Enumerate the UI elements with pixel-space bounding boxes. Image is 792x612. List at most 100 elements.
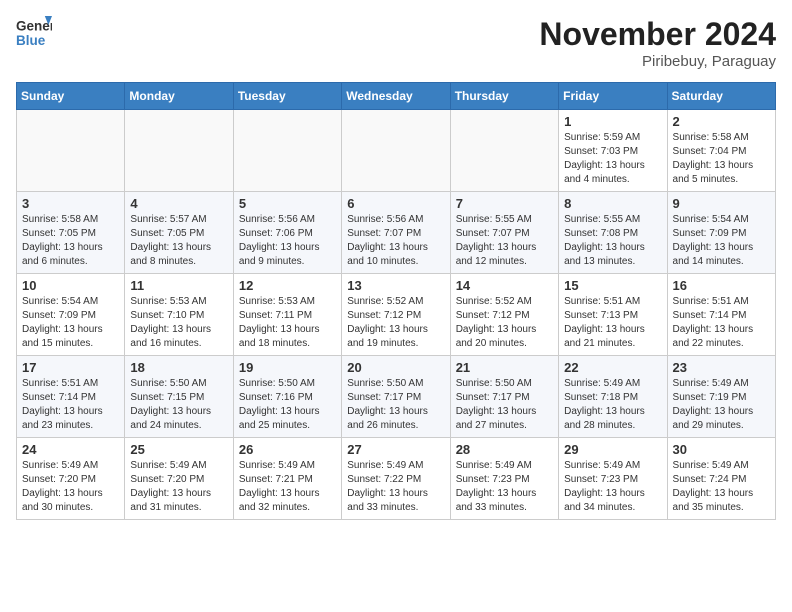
calendar-cell: 6 Sunrise: 5:56 AM Sunset: 7:07 PM Daylig… — [342, 192, 450, 274]
day-number: 15 — [564, 278, 661, 293]
logo: GeneralBlue — [16, 16, 52, 52]
calendar-cell: 14Sunrise: 5:52 AM Sunset: 7:12 PM Dayli… — [450, 274, 558, 356]
day-number: 7 — [456, 196, 553, 211]
day-info: Sunrise: 5:49 AM Sunset: 7:23 PM Dayligh… — [564, 459, 661, 515]
day-info: Sunrise: 5:51 AM Sunset: 7:13 PM Dayligh… — [564, 295, 661, 351]
day-info: Sunrise: 5:56 AM Sunset: 7:07 PM Dayligh… — [347, 213, 444, 269]
calendar-cell: 1 Sunrise: 5:59 AM Sunset: 7:03 PM Daylig… — [559, 110, 667, 192]
day-info: Sunrise: 5:49 AM Sunset: 7:19 PM Dayligh… — [673, 377, 770, 433]
calendar-cell: 24 Sunrise: 5:49 AM Sunset: 7:20 PM Dayli… — [17, 438, 125, 520]
day-number: 2 — [673, 114, 770, 129]
day-number: 26 — [239, 442, 336, 457]
day-number: 29 — [564, 442, 661, 457]
calendar-cell: 18 Sunrise: 5:50 AM Sunset: 7:15 PM Dayli… — [125, 356, 233, 438]
calendar-cell: 15 Sunrise: 5:51 AM Sunset: 7:13 PM Dayli… — [559, 274, 667, 356]
day-info: Sunrise: 5:58 AM Sunset: 7:05 PM Dayligh… — [22, 213, 119, 269]
calendar-cell: 21Sunrise: 5:50 AM Sunset: 7:17 PM Dayli… — [450, 356, 558, 438]
day-info: Sunrise: 5:51 AM Sunset: 7:14 PM Dayligh… — [673, 295, 770, 351]
day-info: Sunrise: 5:53 AM Sunset: 7:11 PM Dayligh… — [239, 295, 336, 351]
day-info: Sunrise: 5:51 AM Sunset: 7:14 PM Dayligh… — [22, 377, 119, 433]
day-number: 25 — [130, 442, 227, 457]
calendar-week-row: 3 Sunrise: 5:58 AM Sunset: 7:05 PM Daylig… — [17, 192, 776, 274]
day-number: 21 — [456, 360, 553, 375]
calendar-week-row: 10 Sunrise: 5:54 AM Sunset: 7:09 PM Dayli… — [17, 274, 776, 356]
calendar-cell: 7 Sunrise: 5:55 AM Sunset: 7:07 PM Daylig… — [450, 192, 558, 274]
day-number: 3 — [22, 196, 119, 211]
day-info: Sunrise: 5:59 AM Sunset: 7:03 PM Dayligh… — [564, 131, 661, 187]
day-number: 13 — [347, 278, 444, 293]
day-info: Sunrise: 5:55 AM Sunset: 7:07 PM Dayligh… — [456, 213, 553, 269]
day-number: 8 — [564, 196, 661, 211]
day-info: Sunrise: 5:49 AM Sunset: 7:22 PM Dayligh… — [347, 459, 444, 515]
day-info: Sunrise: 5:49 AM Sunset: 7:20 PM Dayligh… — [22, 459, 119, 515]
day-of-week-header: Wednesday — [342, 83, 450, 110]
calendar-cell: 19 Sunrise: 5:50 AM Sunset: 7:16 PM Dayli… — [233, 356, 341, 438]
calendar-cell: 13Sunrise: 5:52 AM Sunset: 7:12 PM Dayli… — [342, 274, 450, 356]
calendar-cell: 9 Sunrise: 5:54 AM Sunset: 7:09 PM Daylig… — [667, 192, 775, 274]
calendar-cell: 22 Sunrise: 5:49 AM Sunset: 7:18 PM Dayli… — [559, 356, 667, 438]
calendar-cell: 4 Sunrise: 5:57 AM Sunset: 7:05 PM Daylig… — [125, 192, 233, 274]
calendar-cell: 26 Sunrise: 5:49 AM Sunset: 7:21 PM Dayli… — [233, 438, 341, 520]
calendar-cell: 23Sunrise: 5:49 AM Sunset: 7:19 PM Dayli… — [667, 356, 775, 438]
day-info: Sunrise: 5:56 AM Sunset: 7:06 PM Dayligh… — [239, 213, 336, 269]
calendar-cell: 5Sunrise: 5:56 AM Sunset: 7:06 PM Daylig… — [233, 192, 341, 274]
calendar-cell: 20Sunrise: 5:50 AM Sunset: 7:17 PM Dayli… — [342, 356, 450, 438]
calendar-cell: 2 Sunrise: 5:58 AM Sunset: 7:04 PM Daylig… — [667, 110, 775, 192]
calendar-week-row: 17Sunrise: 5:51 AM Sunset: 7:14 PM Dayli… — [17, 356, 776, 438]
day-info: Sunrise: 5:57 AM Sunset: 7:05 PM Dayligh… — [130, 213, 227, 269]
month-title: November 2024 — [539, 16, 776, 53]
calendar-cell: 27 Sunrise: 5:49 AM Sunset: 7:22 PM Dayli… — [342, 438, 450, 520]
calendar-week-row: 24 Sunrise: 5:49 AM Sunset: 7:20 PM Dayli… — [17, 438, 776, 520]
day-of-week-header: Tuesday — [233, 83, 341, 110]
calendar-table: SundayMondayTuesdayWednesdayThursdayFrid… — [16, 82, 776, 520]
svg-text:Blue: Blue — [16, 33, 46, 48]
day-info: Sunrise: 5:50 AM Sunset: 7:16 PM Dayligh… — [239, 377, 336, 433]
day-of-week-header: Sunday — [17, 83, 125, 110]
day-info: Sunrise: 5:49 AM Sunset: 7:24 PM Dayligh… — [673, 459, 770, 515]
day-number: 28 — [456, 442, 553, 457]
day-number: 11 — [130, 278, 227, 293]
svg-text:General: General — [16, 18, 52, 33]
calendar-cell: 17Sunrise: 5:51 AM Sunset: 7:14 PM Dayli… — [17, 356, 125, 438]
day-number: 19 — [239, 360, 336, 375]
day-number: 9 — [673, 196, 770, 211]
day-info: Sunrise: 5:54 AM Sunset: 7:09 PM Dayligh… — [673, 213, 770, 269]
calendar-cell — [233, 110, 341, 192]
day-info: Sunrise: 5:49 AM Sunset: 7:20 PM Dayligh… — [130, 459, 227, 515]
day-of-week-header: Friday — [559, 83, 667, 110]
day-number: 22 — [564, 360, 661, 375]
day-info: Sunrise: 5:49 AM Sunset: 7:21 PM Dayligh… — [239, 459, 336, 515]
calendar-cell: 11Sunrise: 5:53 AM Sunset: 7:10 PM Dayli… — [125, 274, 233, 356]
calendar-cell: 16 Sunrise: 5:51 AM Sunset: 7:14 PM Dayli… — [667, 274, 775, 356]
day-info: Sunrise: 5:49 AM Sunset: 7:23 PM Dayligh… — [456, 459, 553, 515]
page-header: GeneralBlue November 2024 Piribebuy, Par… — [16, 16, 776, 70]
day-info: Sunrise: 5:49 AM Sunset: 7:18 PM Dayligh… — [564, 377, 661, 433]
calendar-cell: 25 Sunrise: 5:49 AM Sunset: 7:20 PM Dayli… — [125, 438, 233, 520]
day-info: Sunrise: 5:54 AM Sunset: 7:09 PM Dayligh… — [22, 295, 119, 351]
day-number: 24 — [22, 442, 119, 457]
day-number: 16 — [673, 278, 770, 293]
calendar-cell — [17, 110, 125, 192]
day-info: Sunrise: 5:50 AM Sunset: 7:15 PM Dayligh… — [130, 377, 227, 433]
calendar-cell — [342, 110, 450, 192]
day-info: Sunrise: 5:55 AM Sunset: 7:08 PM Dayligh… — [564, 213, 661, 269]
calendar-cell: 30Sunrise: 5:49 AM Sunset: 7:24 PM Dayli… — [667, 438, 775, 520]
day-number: 4 — [130, 196, 227, 211]
day-info: Sunrise: 5:58 AM Sunset: 7:04 PM Dayligh… — [673, 131, 770, 187]
calendar-cell: 28 Sunrise: 5:49 AM Sunset: 7:23 PM Dayli… — [450, 438, 558, 520]
day-number: 20 — [347, 360, 444, 375]
calendar-cell: 3 Sunrise: 5:58 AM Sunset: 7:05 PM Daylig… — [17, 192, 125, 274]
day-number: 27 — [347, 442, 444, 457]
day-number: 6 — [347, 196, 444, 211]
logo-icon: GeneralBlue — [16, 16, 52, 52]
day-number: 18 — [130, 360, 227, 375]
day-number: 14 — [456, 278, 553, 293]
day-of-week-header: Monday — [125, 83, 233, 110]
day-of-week-header: Thursday — [450, 83, 558, 110]
day-number: 10 — [22, 278, 119, 293]
calendar-cell: 12Sunrise: 5:53 AM Sunset: 7:11 PM Dayli… — [233, 274, 341, 356]
calendar-week-row: 1 Sunrise: 5:59 AM Sunset: 7:03 PM Daylig… — [17, 110, 776, 192]
day-number: 1 — [564, 114, 661, 129]
calendar-cell — [450, 110, 558, 192]
calendar-cell — [125, 110, 233, 192]
